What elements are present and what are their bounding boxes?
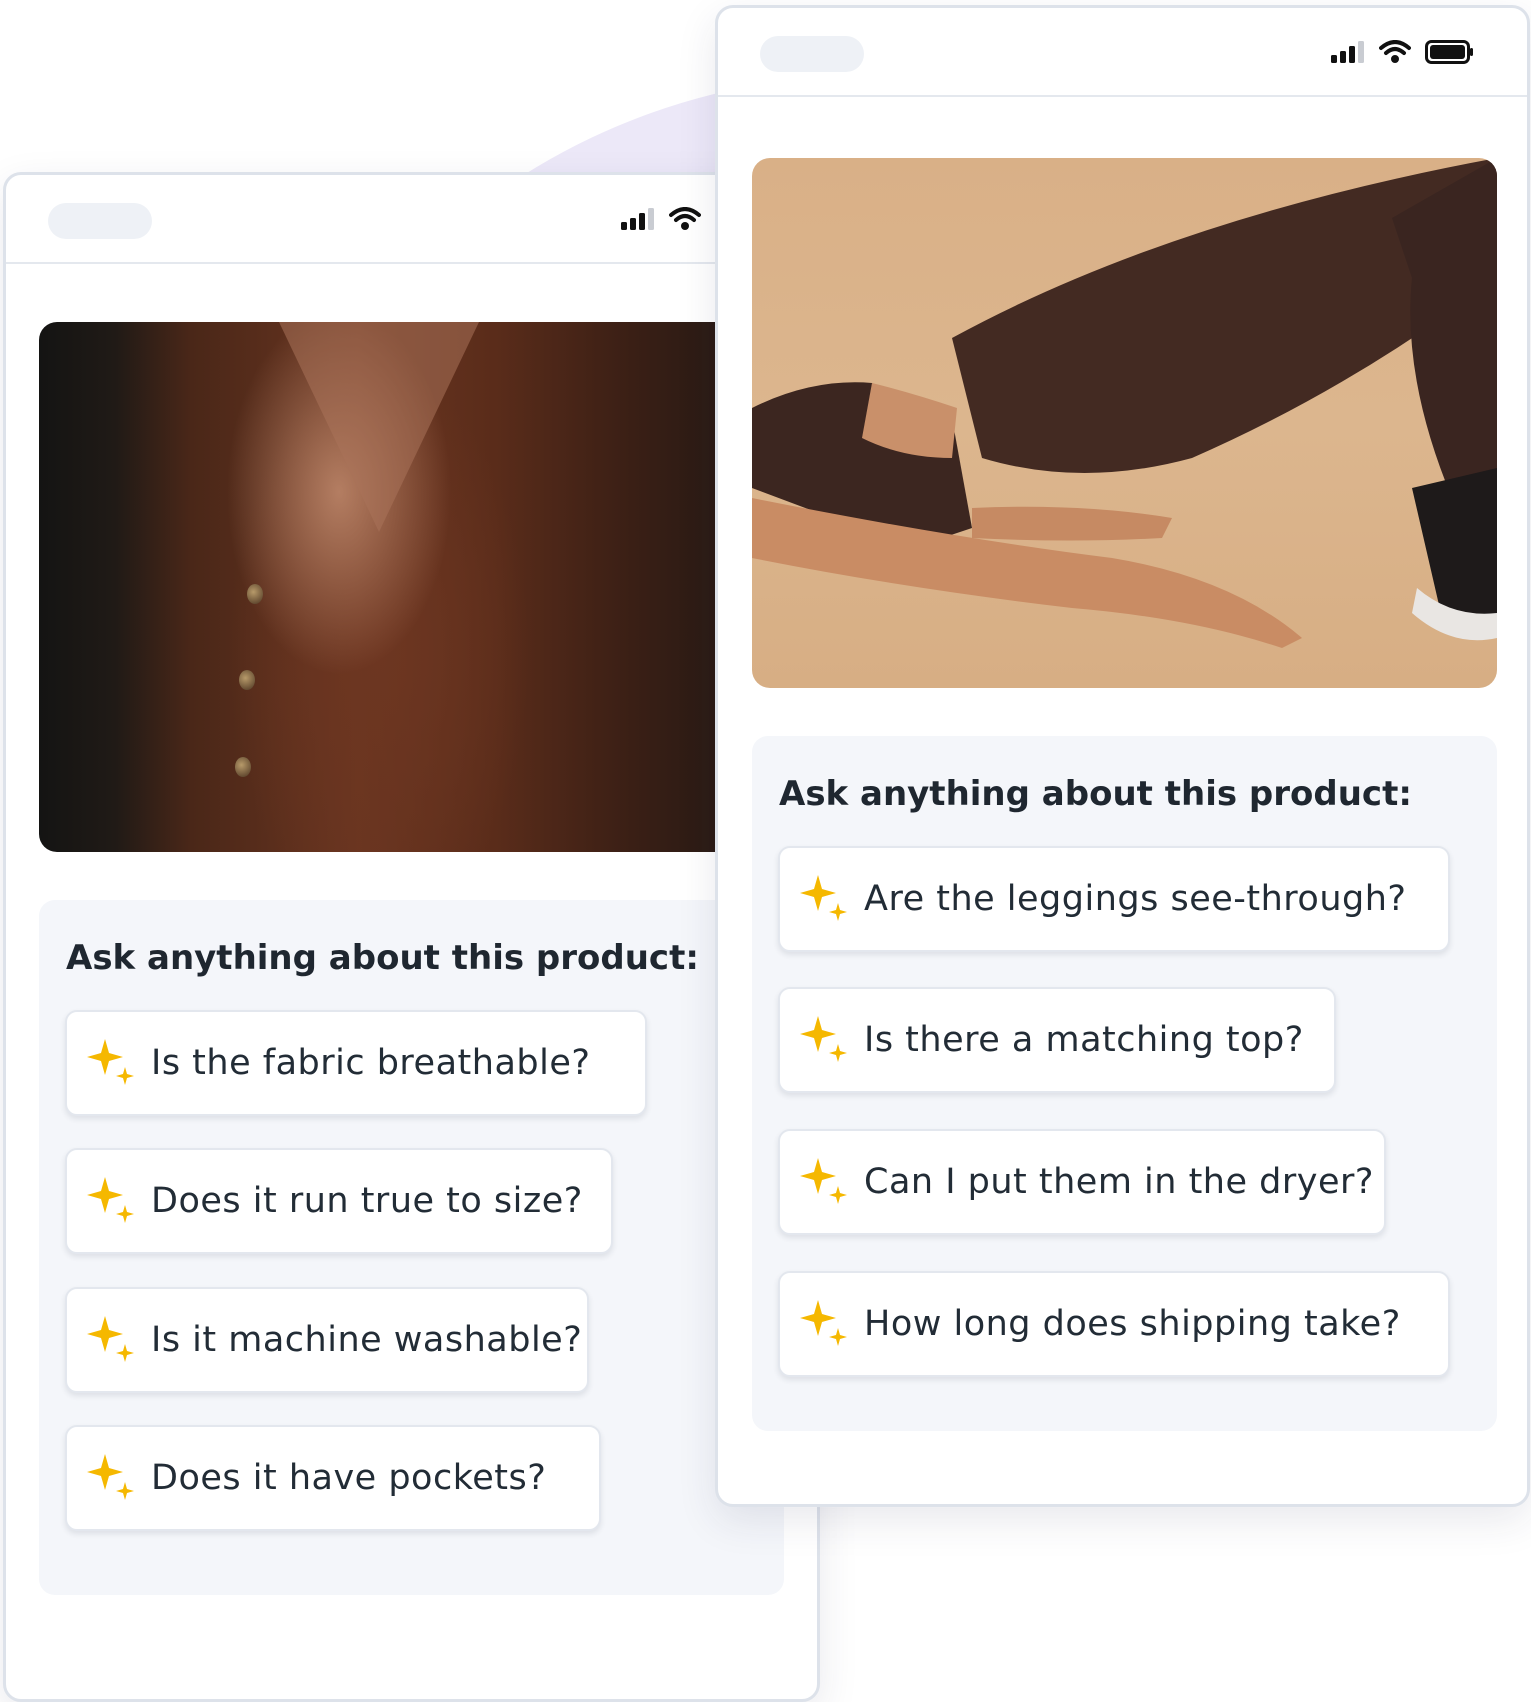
dynamic-island-pill bbox=[760, 36, 864, 72]
right-phone-mockup: Ask anything about this product: Are the… bbox=[715, 5, 1530, 1507]
left-phone-mockup: Ask anything about this product: Is the … bbox=[3, 172, 820, 1702]
ask-panel: Ask anything about this product: Are the… bbox=[752, 736, 1497, 1431]
sparkle-icon bbox=[800, 1158, 847, 1204]
vest-button bbox=[247, 584, 263, 604]
wifi-icon bbox=[669, 207, 701, 230]
ask-title: Ask anything about this product: bbox=[779, 774, 1412, 814]
question-chip[interactable]: Does it have pockets? bbox=[65, 1425, 601, 1531]
dynamic-island-pill bbox=[48, 203, 152, 239]
signal-icon bbox=[621, 208, 654, 230]
status-bar bbox=[718, 8, 1527, 97]
question-chip[interactable]: Are the leggings see-through? bbox=[778, 846, 1450, 952]
question-text: Is it machine washable? bbox=[151, 1320, 583, 1360]
signal-icon bbox=[1331, 41, 1364, 63]
product-image-vest bbox=[39, 322, 799, 852]
question-text: Is there a matching top? bbox=[864, 1020, 1304, 1060]
sparkle-icon bbox=[87, 1454, 134, 1500]
question-text: Does it run true to size? bbox=[151, 1181, 583, 1221]
status-icons bbox=[1331, 40, 1475, 64]
sparkle-icon bbox=[87, 1316, 134, 1362]
vneck-detail bbox=[279, 322, 479, 532]
question-chip[interactable]: Is the fabric breathable? bbox=[65, 1010, 647, 1116]
question-chip[interactable]: Can I put them in the dryer? bbox=[778, 1129, 1386, 1235]
question-text: How long does shipping take? bbox=[864, 1304, 1401, 1344]
vest-button bbox=[239, 670, 255, 690]
sparkle-icon bbox=[800, 1016, 847, 1062]
ask-panel: Ask anything about this product: Is the … bbox=[39, 900, 784, 1595]
leggings-illustration bbox=[752, 158, 1497, 648]
sparkle-icon bbox=[800, 875, 847, 921]
vest-button bbox=[235, 757, 251, 777]
wifi-icon bbox=[1379, 40, 1411, 63]
question-text: Does it have pockets? bbox=[151, 1458, 547, 1498]
question-chip[interactable]: How long does shipping take? bbox=[778, 1271, 1450, 1377]
ask-title: Ask anything about this product: bbox=[66, 938, 699, 978]
sparkle-icon bbox=[87, 1177, 134, 1223]
question-text: Are the leggings see-through? bbox=[864, 879, 1407, 919]
question-chip[interactable]: Does it run true to size? bbox=[65, 1148, 613, 1254]
sparkle-icon bbox=[800, 1300, 847, 1346]
question-text: Is the fabric breathable? bbox=[151, 1043, 591, 1083]
product-image-leggings bbox=[752, 158, 1497, 688]
question-text: Can I put them in the dryer? bbox=[864, 1162, 1374, 1202]
battery-icon bbox=[1425, 40, 1473, 64]
status-bar bbox=[6, 175, 817, 264]
question-chip[interactable]: Is there a matching top? bbox=[778, 987, 1336, 1093]
question-chip[interactable]: Is it machine washable? bbox=[65, 1287, 589, 1393]
sparkle-icon bbox=[87, 1039, 134, 1085]
